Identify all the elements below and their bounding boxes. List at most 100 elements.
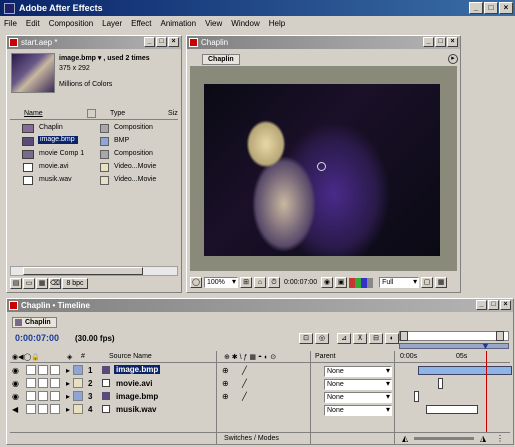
project-item[interactable]: musik.wav Video...Movie [10, 174, 178, 187]
project-close-button[interactable]: × [168, 37, 179, 47]
menu-effect[interactable]: Effect [131, 19, 151, 28]
menu-help[interactable]: Help [269, 19, 285, 28]
close-button[interactable]: × [499, 2, 513, 14]
quality-switch-icon[interactable]: ╱ [242, 366, 247, 375]
current-time-indicator-icon[interactable]: ▼ [481, 341, 490, 351]
layer-name[interactable]: musik.wav [116, 405, 156, 414]
eye-icon[interactable]: ◉ [12, 392, 19, 401]
show-snapshot-icon[interactable]: ▣ [335, 277, 348, 288]
draft-3d-icon[interactable]: ⊿ [337, 333, 351, 344]
snapshot-icon[interactable]: ◉ [321, 277, 334, 288]
audio-toggle[interactable] [26, 391, 36, 401]
layer-name[interactable]: image.bmp [116, 392, 158, 401]
layer-in-point-icon[interactable] [414, 391, 419, 402]
parent-dropdown[interactable]: None [324, 392, 392, 403]
audio-toggle[interactable] [26, 378, 36, 388]
solo-toggle[interactable] [38, 404, 48, 414]
timeline-timecode[interactable]: 0:00:07:00 [15, 333, 59, 343]
layer-row[interactable]: ◀ ▸ 4 musik.wav None [10, 403, 510, 416]
eye-icon[interactable]: ◉ [12, 379, 19, 388]
layer-in-point-icon[interactable] [438, 378, 443, 389]
timeline-col-parent[interactable]: Parent [315, 353, 336, 360]
resolution-dropdown[interactable]: Full [379, 277, 420, 288]
zoom-dropdown[interactable]: 100% [204, 277, 238, 288]
composition-viewer[interactable] [190, 66, 457, 271]
hide-shy-layers-icon[interactable]: ⊼ [353, 333, 367, 344]
av-features-icon[interactable]: ◉◀◯🔒 [12, 353, 40, 361]
panel-menu-icon[interactable]: ▸ [448, 54, 458, 64]
menu-view[interactable]: View [205, 19, 222, 28]
label-color[interactable] [73, 391, 83, 401]
switches-modes-toggle[interactable]: Switches / Modes [224, 435, 279, 442]
zoom-in-icon[interactable]: ◮ [480, 434, 486, 443]
menu-window[interactable]: Window [231, 19, 259, 28]
layer-row[interactable]: ◉ ▸ 3 image.bmp ⊕ ╱ None [10, 390, 510, 403]
quality-switch-icon[interactable]: ╱ [242, 392, 247, 401]
layer-row[interactable]: ◉ ▸ 2 movie.avi ⊕ ╱ None [10, 377, 510, 390]
layer-name[interactable]: movie.avi [116, 379, 152, 388]
current-time-icon[interactable]: ⏱ [268, 277, 280, 288]
layer-row[interactable]: ◉ ▸ 1 image.bmp ⊕ ╱ None [10, 364, 512, 377]
parent-dropdown[interactable]: None [324, 366, 392, 377]
shy-switch-icon[interactable]: ⊕ [222, 379, 229, 388]
project-preview-name[interactable]: image.bmp ▾ , used 2 times [59, 54, 150, 62]
expand-arrow-icon[interactable]: ▸ [66, 366, 70, 375]
solo-toggle[interactable] [38, 365, 48, 375]
menu-edit[interactable]: Edit [26, 19, 40, 28]
audio-toggle[interactable] [26, 404, 36, 414]
safe-zones-icon[interactable]: ⊞ [240, 277, 252, 288]
parent-dropdown[interactable]: None [324, 405, 392, 416]
expand-arrow-icon[interactable]: ▸ [66, 379, 70, 388]
expand-arrow-icon[interactable]: ▸ [66, 392, 70, 401]
comp-minimize-button[interactable]: _ [423, 37, 434, 47]
audio-toggle[interactable] [26, 365, 36, 375]
channel-color-bar[interactable] [349, 277, 374, 288]
label-color[interactable] [73, 404, 83, 414]
menu-animation[interactable]: Animation [160, 19, 196, 28]
playhead-line[interactable] [486, 351, 487, 433]
layer-duration-bar[interactable] [426, 405, 478, 414]
expand-arrow-icon[interactable]: ▸ [66, 405, 70, 414]
quality-switch-icon[interactable]: ╱ [242, 379, 247, 388]
timeline-options-icon[interactable]: ⋮ [496, 434, 504, 443]
time-navigator[interactable] [399, 331, 509, 341]
lock-toggle[interactable] [50, 378, 60, 388]
project-col-extra[interactable]: Siz [168, 110, 178, 117]
label-column-icon[interactable] [87, 109, 96, 118]
navigator-end-handle[interactable] [496, 331, 504, 341]
layer-duration-bar[interactable] [418, 366, 512, 375]
project-col-type[interactable]: Type [110, 110, 125, 117]
comp-timecode[interactable]: 0:00:07:00 [284, 279, 317, 286]
parent-dropdown[interactable]: None [324, 379, 392, 390]
speaker-icon[interactable]: ◀ [12, 405, 18, 414]
frame-blending-icon[interactable]: ⊟ [369, 333, 383, 344]
project-item[interactable]: movie Comp 1 Composition [10, 148, 178, 161]
motion-blur-icon[interactable]: ◐ [385, 333, 399, 344]
lock-toggle[interactable] [50, 365, 60, 375]
lock-toggle[interactable] [50, 391, 60, 401]
solo-toggle[interactable] [38, 378, 48, 388]
solo-toggle[interactable] [38, 391, 48, 401]
shy-switch-icon[interactable]: ⊕ [222, 366, 229, 375]
layer-name[interactable]: image.bmp [114, 365, 161, 374]
scroll-thumb[interactable] [23, 267, 143, 275]
zoom-slider[interactable] [414, 437, 474, 440]
project-col-name[interactable]: Name [24, 110, 43, 117]
interpret-footage-icon[interactable]: ▤ [10, 278, 22, 289]
project-minimize-button[interactable]: _ [144, 37, 155, 47]
timeline-minimize-button[interactable]: _ [476, 300, 487, 310]
comp-flowchart-icon[interactable]: ⊡ [299, 333, 313, 344]
maximize-button[interactable]: □ [484, 2, 498, 14]
project-maximize-button[interactable]: □ [156, 37, 167, 47]
menu-file[interactable]: File [4, 19, 17, 28]
comp-close-button[interactable]: × [447, 37, 458, 47]
project-item[interactable]: image.bmp BMP [10, 135, 178, 148]
minimize-button[interactable]: _ [469, 2, 483, 14]
live-update-icon[interactable]: ◎ [315, 333, 329, 344]
timeline-close-button[interactable]: × [500, 300, 511, 310]
zoom-out-icon[interactable]: ◭ [402, 434, 408, 443]
label-color[interactable] [73, 365, 83, 375]
comp-maximize-button[interactable]: □ [435, 37, 446, 47]
always-preview-icon[interactable]: ◯ [190, 277, 202, 288]
composition-tab[interactable]: Chaplin [202, 54, 240, 65]
